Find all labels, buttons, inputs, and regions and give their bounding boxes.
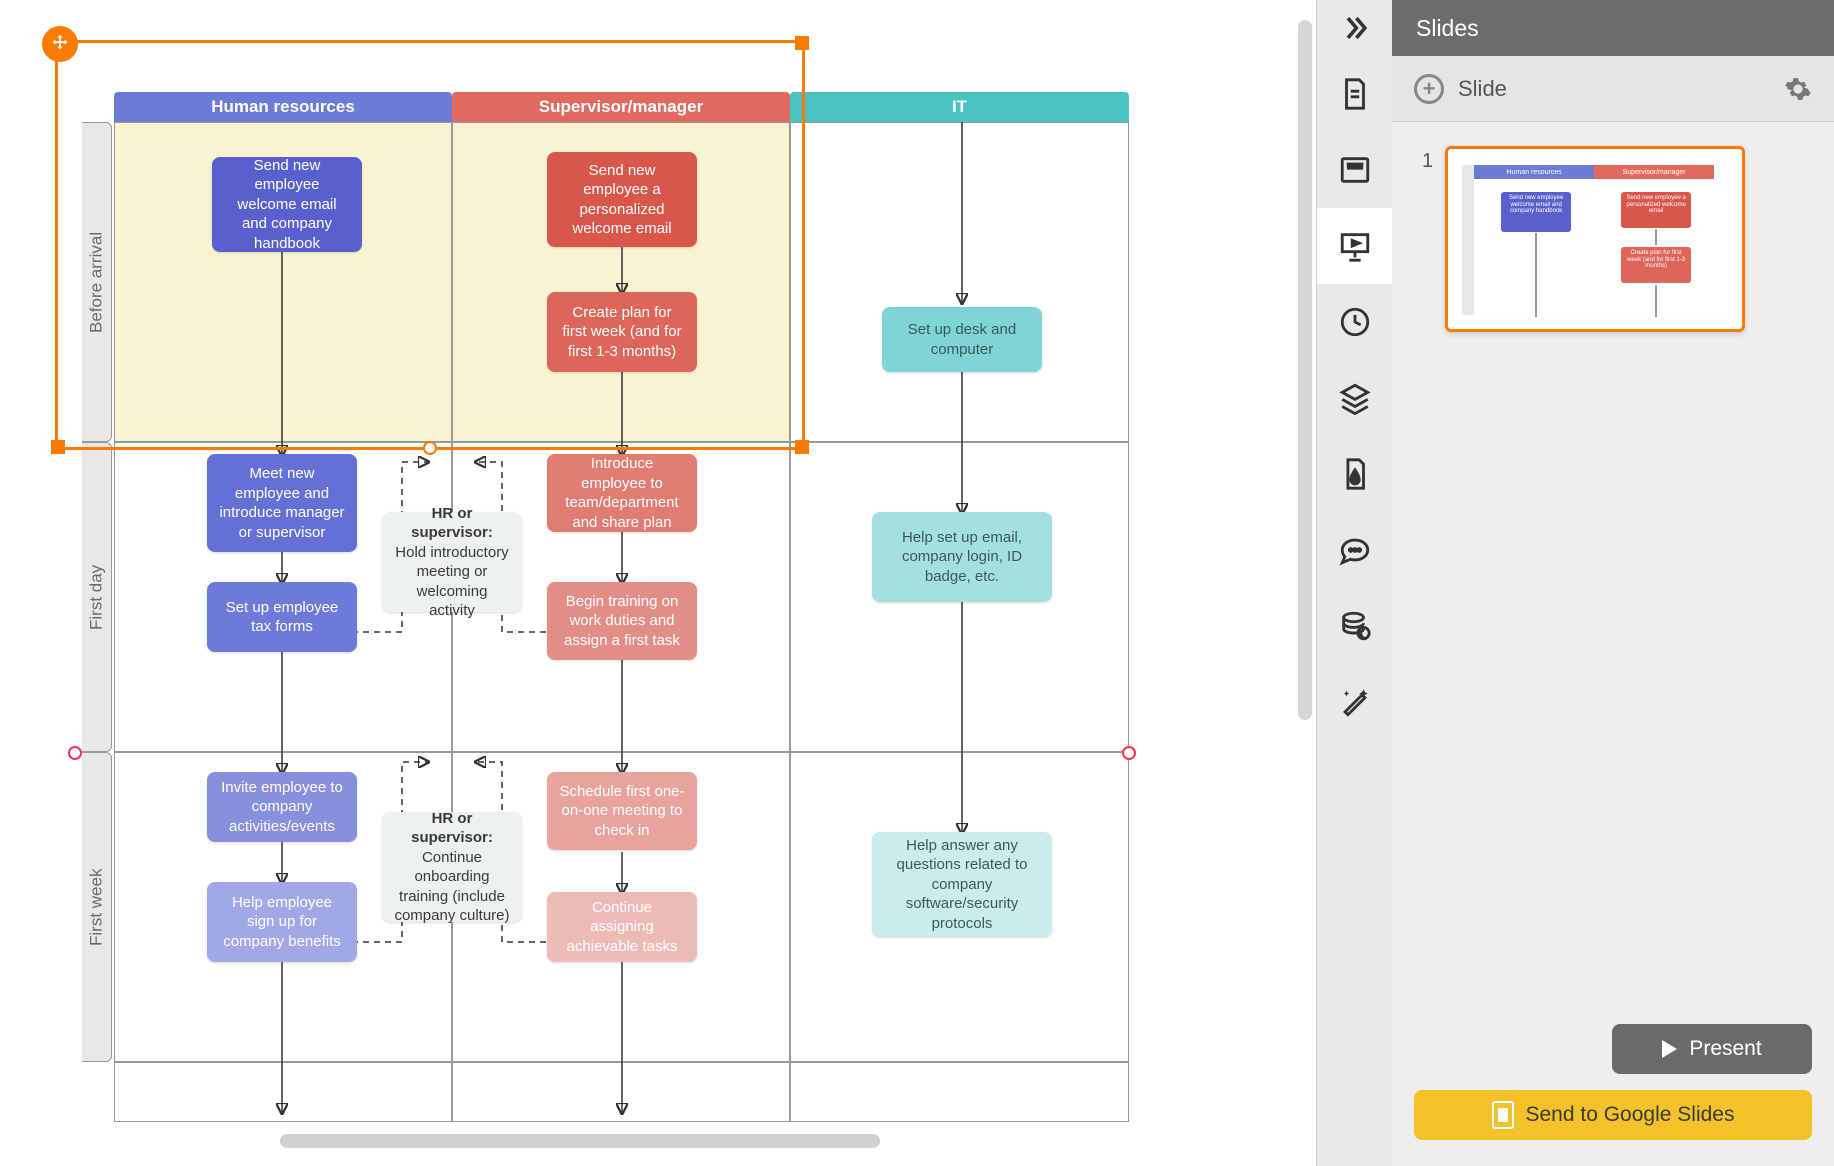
selection-handle-ne[interactable] [795,36,809,50]
cell-it-4 [790,1062,1129,1122]
tool-data-icon[interactable] [1317,588,1393,664]
panel-title: Slides [1392,0,1834,56]
gray-fd-title: HR or supervisor: [411,505,493,542]
node-hr-tax-forms[interactable]: Set up employee tax forms [207,582,357,652]
google-label: Send to Google Slides [1526,1103,1735,1127]
row-label-firstweek[interactable]: First week [82,752,112,1062]
node-sm-begin-training[interactable]: Begin training on work duties and assign… [547,582,697,660]
swimlane-diagram[interactable]: Human resources Supervisor/manager IT Be… [82,92,1132,1122]
tool-quote-icon[interactable]: "" [1317,132,1393,208]
node-sm-welcome-email[interactable]: Send new employee a personalized welcome… [547,152,697,247]
svg-text:"": "" [1346,161,1362,180]
canvas-area[interactable]: Human resources Supervisor/manager IT Be… [0,0,1316,1166]
selection-handle-sw[interactable] [51,440,65,454]
present-label: Present [1689,1037,1761,1061]
thumbnail-number: 1 [1422,146,1433,332]
plus-icon: + [1414,74,1444,104]
column-header-sm[interactable]: Supervisor/manager [452,92,790,122]
present-button[interactable]: Present [1612,1024,1812,1074]
node-hr-benefits[interactable]: Help employee sign up for company benefi… [207,882,357,962]
tool-magic-icon[interactable] [1317,664,1393,740]
node-hr-meet-employee[interactable]: Meet new employee and introduce manager … [207,454,357,552]
gear-icon[interactable] [1784,75,1812,103]
anchor-right[interactable] [1122,746,1136,760]
cell-sm-4 [452,1062,790,1122]
node-it-setup-email[interactable]: Help set up email, company login, ID bad… [872,512,1052,602]
send-to-google-slides-button[interactable]: Send to Google Slides [1414,1090,1812,1140]
column-header-hr[interactable]: Human resources [114,92,452,122]
tool-comment-icon[interactable] [1317,512,1393,588]
gray-fw-body: Continue onboarding training (include co… [394,849,509,925]
node-sm-create-plan[interactable]: Create plan for first week (and for firs… [547,292,697,372]
node-sm-introduce-team[interactable]: Introduce employee to team/department an… [547,454,697,532]
play-icon [1662,1040,1677,1058]
node-gray-continue-training[interactable]: HR or supervisor: Continue onboarding tr… [382,812,522,922]
tool-page-icon[interactable] [1317,56,1393,132]
add-slide-button[interactable]: + Slide [1414,74,1507,104]
gray-fw-title: HR or supervisor: [411,810,493,847]
panel-toolbar: + Slide [1392,56,1834,122]
cell-it-before [790,122,1129,442]
google-slides-icon [1492,1101,1514,1129]
column-header-it[interactable]: IT [790,92,1129,122]
anchor-left[interactable] [68,746,82,760]
node-gray-intro-meeting[interactable]: HR or supervisor: Hold introductory meet… [382,512,522,612]
node-sm-assign-tasks[interactable]: Continue assigning achievable tasks [547,892,697,962]
vertical-scrollbar[interactable] [1298,20,1312,720]
node-hr-welcome-email[interactable]: Send new employee welcome email and comp… [212,157,362,252]
tool-history-icon[interactable] [1317,284,1393,360]
tool-fill-icon[interactable] [1317,436,1393,512]
node-hr-invite-activities[interactable]: Invite employee to company activities/ev… [207,772,357,842]
node-it-answer-questions[interactable]: Help answer any questions related to com… [872,832,1052,937]
horizontal-scrollbar[interactable] [280,1134,880,1148]
slides-panel: Slides + Slide 1 Human resources Supervi… [1392,0,1834,1166]
tool-present-icon[interactable] [1317,208,1393,284]
move-handle[interactable] [42,26,78,62]
slide-thumbnail-1[interactable]: 1 Human resources Supervisor/manager Sen… [1422,146,1804,332]
right-toolbar: "" [1316,0,1392,1166]
collapse-panel-button[interactable] [1317,0,1393,56]
row-label-before[interactable]: Before arrival [82,122,112,442]
add-slide-label: Slide [1458,76,1507,102]
node-it-setup-desk[interactable]: Set up desk and computer [882,307,1042,372]
cell-hr-4 [114,1062,452,1122]
tool-layers-icon[interactable] [1317,360,1393,436]
row-label-firstday[interactable]: First day [82,442,112,752]
gray-fd-body: Hold introductory meeting or welcoming a… [395,544,508,620]
node-sm-one-on-one[interactable]: Schedule first one-on-one meeting to che… [547,772,697,850]
